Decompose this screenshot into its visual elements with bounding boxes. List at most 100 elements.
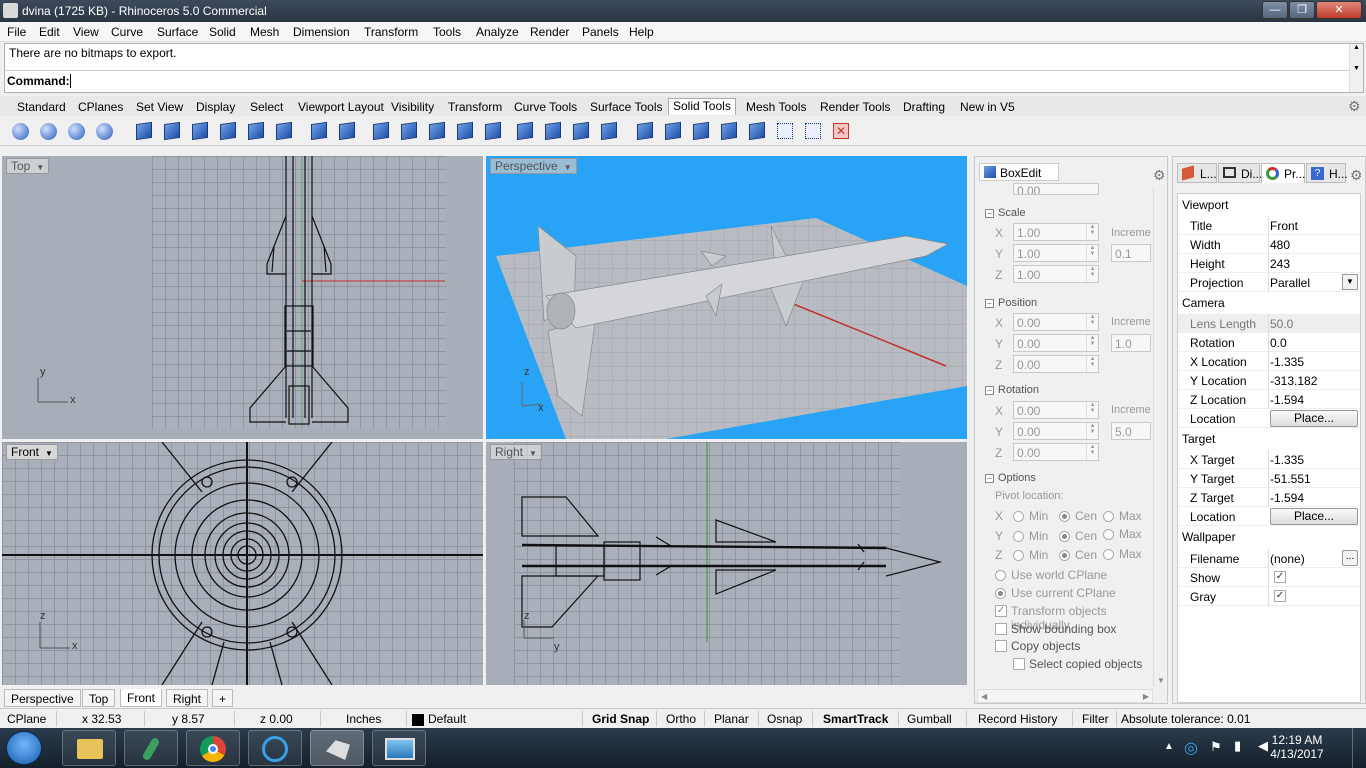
boolean-union-icon[interactable] [10,120,32,142]
options-section[interactable]: − Options [985,472,1036,484]
prop-ytarget-row[interactable]: Y Target -51.551 [1178,469,1360,488]
hole-icon[interactable] [426,120,448,142]
viewport-right[interactable]: y z Right ▼ [486,442,967,685]
viewport-top-label[interactable]: Top ▼ [6,158,50,174]
start-button-windows-icon[interactable] [6,731,42,765]
tab-viewport-layout[interactable]: Viewport Layout [293,99,389,116]
move-untrimmed-icon[interactable] [542,120,564,142]
tab-set-view[interactable]: Set View [131,99,188,116]
extrude-face-icon[interactable] [133,120,155,142]
tab-help[interactable]: ? H... [1306,163,1348,183]
boxedit-tab[interactable]: BoxEdit [979,163,1059,181]
planar-toggle[interactable]: Planar [714,712,749,726]
viewport-right-label[interactable]: Right ▼ [490,444,542,460]
position-x-field[interactable]: 0.00 ▲ ▼ [1013,313,1099,331]
pipe-icon[interactable] [718,120,740,142]
gumball-toggle[interactable]: Gumball [907,712,952,726]
boxedit-vscrollbar[interactable]: ▼ [1153,187,1167,687]
rotation-x-field[interactable]: 0.00 ▲ ▼ [1013,401,1099,419]
tab-surface-tools[interactable]: Surface Tools [585,99,668,116]
rotation-z-field[interactable]: 0.00 ▲ ▼ [1013,443,1099,461]
status-cplane[interactable]: CPlane [7,712,46,726]
array-icon[interactable] [774,120,796,142]
pivot-z-min-radio[interactable] [1013,550,1024,561]
vtab-front[interactable]: Front [120,689,163,707]
add-viewport-tab-button[interactable]: + [212,689,234,707]
array-polar-icon[interactable] [802,120,824,142]
projection-select[interactable]: Parallel [1270,276,1310,290]
menu-render[interactable]: Render [530,25,569,39]
tab-drafting[interactable]: Drafting [898,99,950,116]
vtab-right[interactable]: Right [166,689,209,707]
viewport-top[interactable]: x y Top ▼ [2,156,483,439]
move-face-icon[interactable] [308,120,330,142]
menu-panels[interactable]: Panels [582,25,619,39]
osnap-toggle[interactable]: Osnap [767,712,802,726]
prop-zloc-row[interactable]: Z Location -1.594 [1178,390,1360,409]
pivot-z-cen-radio[interactable] [1059,550,1070,561]
menu-analyze[interactable]: Analyze [476,25,519,39]
prop-filename-row[interactable]: Filename (none)... [1178,549,1360,568]
viewport-perspective-label[interactable]: Perspective ▼ [490,158,577,174]
position-increment-field[interactable]: 1.0 [1111,334,1151,352]
tab-standard[interactable]: Standard [12,99,71,116]
shell-icon[interactable] [245,120,267,142]
rhino-taskbar-icon[interactable] [310,730,364,766]
update-app-icon[interactable] [248,730,302,766]
tab-display[interactable]: Display [191,99,240,116]
menu-curve[interactable]: Curve [111,25,143,39]
tray-update-icon[interactable]: ◎ [1184,738,1198,758]
pivot-y-max-radio[interactable] [1103,529,1114,540]
tab-transform[interactable]: Transform [443,99,507,116]
command-input[interactable] [69,74,71,88]
scale-y-field[interactable]: 1.00 ▲ ▼ [1013,244,1099,262]
command-scrollbar[interactable]: ▲ ▼ [1349,44,1363,92]
file-explorer-icon[interactable] [62,730,116,766]
browse-button[interactable]: ... [1342,550,1358,566]
rhino-app-icon[interactable] [3,3,18,18]
prop-height-row[interactable]: Height 243 [1178,254,1360,273]
use-world-cplane-radio[interactable] [995,570,1006,581]
scale-section[interactable]: − Scale [985,207,1026,219]
boolean-intersection-icon[interactable] [66,120,88,142]
pivot-x-cen-radio[interactable] [1059,511,1070,522]
viewport-front-label[interactable]: Front ▼ [6,444,58,460]
boxedit-hscrollbar[interactable]: ◀ ▶ [977,689,1153,703]
menu-mesh[interactable]: Mesh [250,25,279,39]
grid-snap-toggle[interactable]: Grid Snap [592,712,649,726]
tray-network-icon[interactable]: ▮ [1234,738,1241,754]
chrome-icon[interactable] [186,730,240,766]
extrude-surface-icon[interactable] [662,120,684,142]
viewport-front[interactable]: x z Front ▼ [2,442,483,685]
fillet-edge-icon[interactable] [161,120,183,142]
tab-render-tools[interactable]: Render Tools [815,99,896,116]
pivot-y-cen-radio[interactable] [1059,531,1070,542]
menu-tools[interactable]: Tools [433,25,461,39]
z-field-partial[interactable]: 0.00 [1013,183,1099,195]
tab-layers[interactable]: L... [1177,163,1217,183]
target-place-button[interactable]: Place... [1270,508,1358,525]
minimize-button[interactable]: — [1262,1,1288,19]
show-desktop-button[interactable] [1352,728,1366,768]
prop-yloc-row[interactable]: Y Location -313.182 [1178,371,1360,390]
create-solid-icon[interactable] [598,120,620,142]
wire-cut-icon[interactable] [370,120,392,142]
move-edge-icon[interactable] [336,120,358,142]
round-hole-icon[interactable] [454,120,476,142]
show-bounding-box-checkbox[interactable] [995,623,1007,635]
extract-surface-icon[interactable] [273,120,295,142]
menu-solid[interactable]: Solid [209,25,236,39]
pivot-y-min-radio[interactable] [1013,531,1024,542]
copy-objects-checkbox[interactable] [995,640,1007,652]
maximize-button[interactable]: ❐ [1289,1,1315,19]
tab-new-in-v5[interactable]: New in V5 [955,99,1020,116]
position-y-field[interactable]: 0.00 ▲ ▼ [1013,334,1099,352]
camera-place-button[interactable]: Place... [1270,410,1358,427]
tray-expand-icon[interactable]: ▲ [1164,741,1174,752]
close-button[interactable]: ✕ [1316,1,1362,19]
position-section[interactable]: − Position [985,297,1037,309]
tab-select[interactable]: Select [245,99,288,116]
feather-app-icon[interactable] [124,730,178,766]
boolean-split-icon[interactable] [94,120,116,142]
rib-icon[interactable] [398,120,420,142]
